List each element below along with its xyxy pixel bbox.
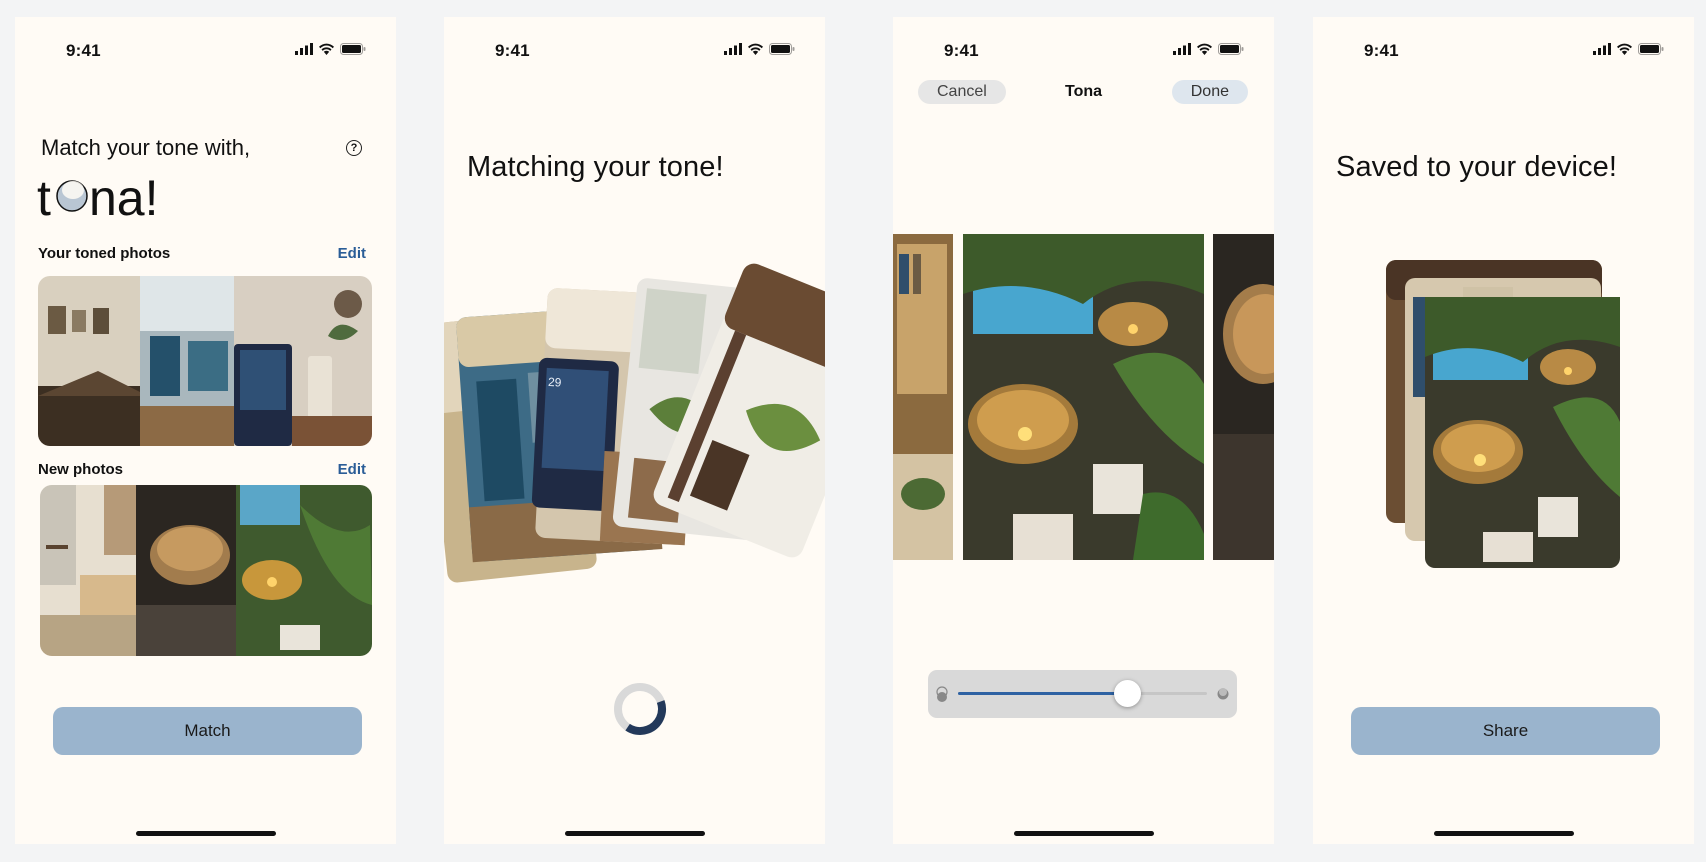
screen-matching: 9:41 Matching your tone! 29 bbox=[444, 17, 825, 844]
wifi-icon bbox=[319, 43, 334, 55]
status-bar: 9:41 bbox=[444, 39, 825, 61]
home-indicator bbox=[1433, 831, 1574, 836]
battery-icon bbox=[340, 43, 366, 55]
svg-text:t: t bbox=[37, 170, 51, 225]
slider-fill bbox=[958, 692, 1128, 695]
new-photos-edit-link[interactable]: Edit bbox=[338, 461, 366, 478]
toned-photos-edit-link[interactable]: Edit bbox=[338, 245, 366, 262]
status-time: 9:41 bbox=[1364, 41, 1399, 60]
screen-match: 9:41 Match your tone with, ? t na! Your … bbox=[15, 17, 396, 844]
status-time: 9:41 bbox=[495, 41, 530, 60]
status-time: 9:41 bbox=[944, 41, 979, 60]
saved-title: Saved to your device! bbox=[1336, 151, 1617, 183]
new-photos-strip[interactable] bbox=[40, 485, 372, 656]
loading-spinner bbox=[614, 683, 666, 735]
home-indicator bbox=[564, 831, 705, 836]
match-title: Match your tone with, bbox=[41, 135, 251, 160]
home-indicator bbox=[135, 831, 276, 836]
cellular-signal-icon bbox=[1593, 43, 1611, 55]
photo-carousel[interactable] bbox=[893, 234, 1274, 560]
wifi-icon bbox=[1617, 43, 1632, 55]
slider-track[interactable] bbox=[958, 680, 1207, 707]
slider-knob[interactable] bbox=[1114, 680, 1142, 707]
cellular-signal-icon bbox=[295, 43, 313, 55]
battery-icon bbox=[1218, 43, 1244, 55]
question-circle-icon[interactable]: ? bbox=[346, 140, 362, 156]
carousel-next-photo[interactable] bbox=[1213, 234, 1274, 560]
photo-date-label: 29 bbox=[548, 375, 562, 390]
cellular-signal-icon bbox=[1173, 43, 1191, 55]
wifi-icon bbox=[1197, 43, 1212, 55]
tone-slider[interactable] bbox=[928, 670, 1237, 718]
matching-title: Matching your tone! bbox=[467, 151, 724, 183]
toned-photos-strip[interactable] bbox=[38, 276, 372, 446]
stack-photo-front bbox=[1425, 297, 1620, 568]
tone-min-icon bbox=[936, 686, 948, 702]
match-button[interactable]: Match bbox=[53, 707, 362, 755]
share-button[interactable]: Share bbox=[1351, 707, 1660, 755]
home-indicator bbox=[1013, 831, 1154, 836]
carousel-current-photo[interactable] bbox=[963, 234, 1204, 560]
screen-editor: 9:41 Cancel Tona Done bbox=[893, 17, 1274, 844]
tona-logo: t na! bbox=[37, 170, 159, 225]
status-bar: 9:41 bbox=[893, 39, 1274, 61]
battery-icon bbox=[769, 43, 795, 55]
saved-photo-stack bbox=[1386, 260, 1620, 568]
toned-photos-label: Your toned photos bbox=[38, 245, 171, 262]
battery-icon bbox=[1638, 43, 1664, 55]
status-bar: 9:41 bbox=[1313, 39, 1694, 61]
status-time: 9:41 bbox=[66, 41, 101, 60]
cellular-signal-icon bbox=[724, 43, 742, 55]
svg-text:na!: na! bbox=[89, 170, 159, 225]
status-bar: 9:41 bbox=[15, 39, 396, 61]
new-photos-label: New photos bbox=[38, 461, 123, 478]
tone-max-icon bbox=[1217, 688, 1229, 700]
photo-fan: 29 bbox=[444, 263, 825, 583]
carousel-prev-photo[interactable] bbox=[893, 234, 953, 560]
wifi-icon bbox=[748, 43, 763, 55]
done-button[interactable]: Done bbox=[1171, 80, 1248, 104]
screen-saved: 9:41 Saved to your device! Share bbox=[1313, 17, 1694, 844]
